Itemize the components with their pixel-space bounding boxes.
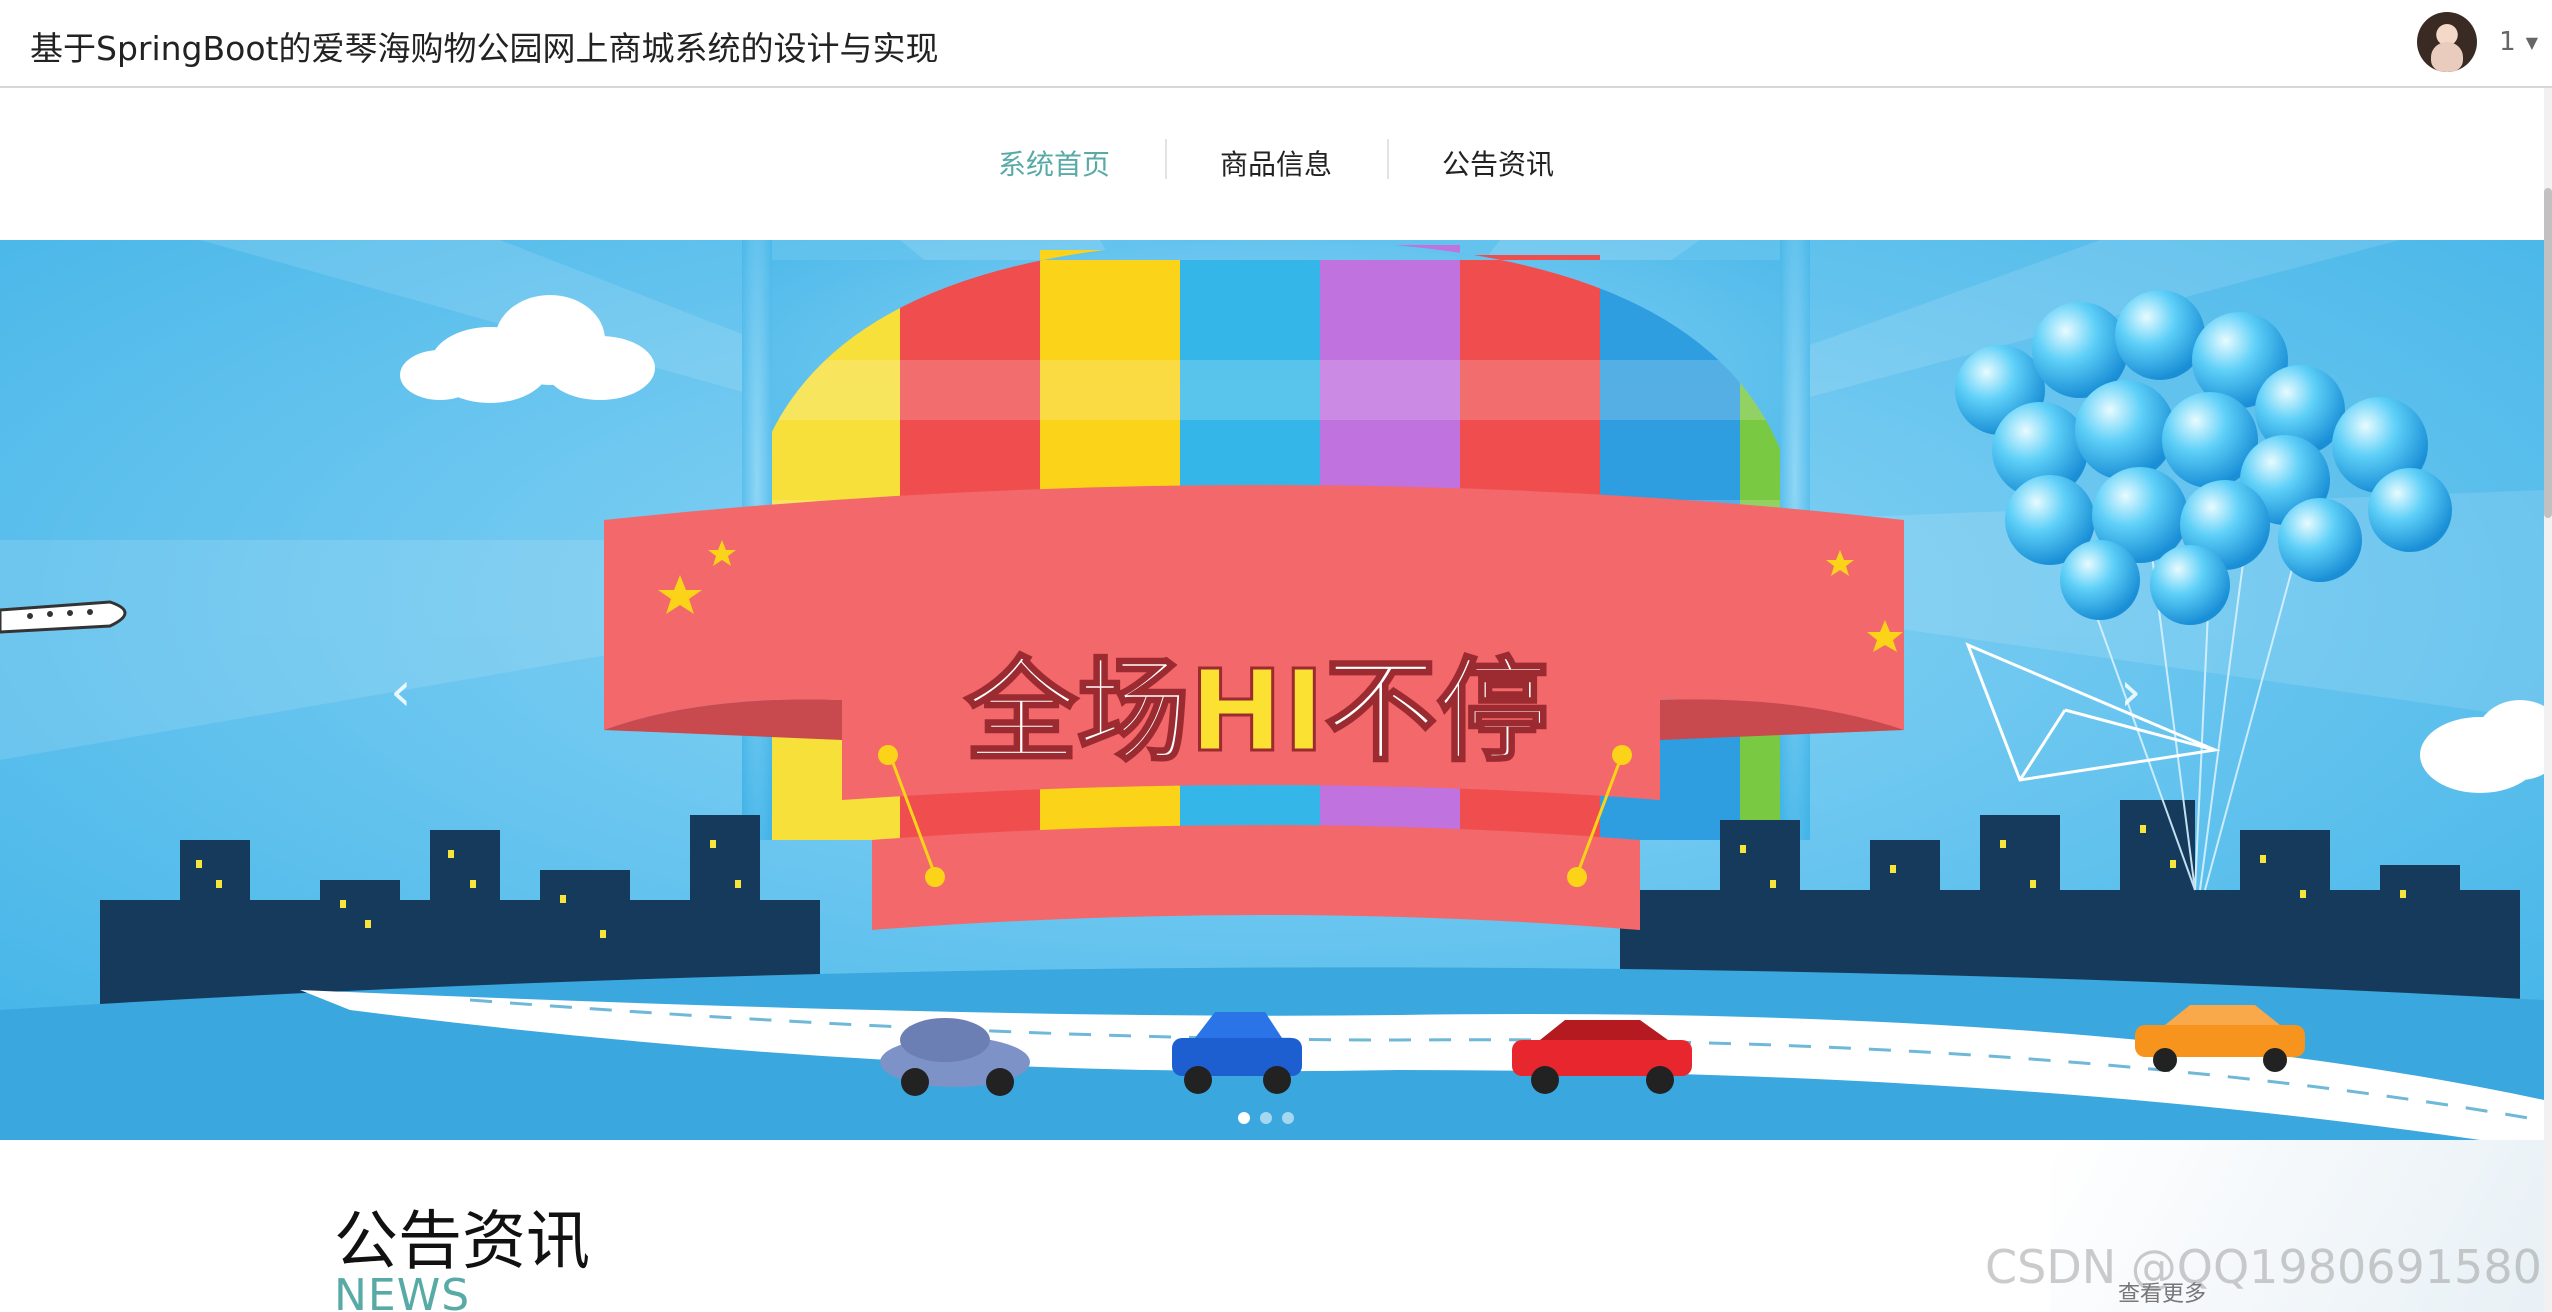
section-title: 公告资讯 [334,1205,590,1279]
top-header: 基于SpringBoot的爱琴海购物公园网上商城系统的设计与实现 1 ▼ [0,0,2552,88]
view-more-link[interactable]: 查看更多 [2118,1276,2206,1308]
watermark: CSDN @QQ1980691580 [1985,1240,2542,1294]
carousel-dot-1[interactable] [1238,1112,1250,1124]
site-title: 基于SpringBoot的爱琴海购物公园网上商城系统的设计与实现 [30,29,939,68]
nav-item-home[interactable]: 系统首页 [943,143,1165,183]
svg-text:全场HI不停: 全场HI不停 [964,647,1548,777]
slogan-part1: 全场 [964,647,1189,777]
nav-item-news[interactable]: 公告资讯 [1387,139,1609,183]
carousel-next-arrow[interactable]: › [2120,660,2142,723]
carousel-prev-arrow[interactable]: ‹ [390,660,412,723]
nav-item-products[interactable]: 商品信息 [1164,139,1387,183]
chevron-down-icon[interactable]: ▼ [2526,33,2538,52]
section-subtitle: NEWS [334,1270,471,1312]
slogan-part2: 不停 [1325,647,1549,777]
app-root: 基于SpringBoot的爱琴海购物公园网上商城系统的设计与实现 1 ▼ 系统首… [0,0,2552,1312]
banner-carousel[interactable]: 全场HI不停 ‹ › [0,240,2544,1140]
main-nav: 系统首页 商品信息 公告资讯 [0,88,2552,238]
carousel-dot-2[interactable] [1260,1112,1272,1124]
user-menu[interactable]: 1 ▼ [2417,10,2538,74]
notice-section: 公告资讯 NEWS CSDN @QQ1980691580 查看更多 [0,1140,2544,1312]
carousel-dot-3[interactable] [1282,1112,1294,1124]
banner-image: 全场HI不停 [0,240,2544,1140]
carousel-dots [1238,1112,1294,1124]
username[interactable]: 1 [2499,27,2516,57]
scrollbar-thumb[interactable] [2544,188,2552,518]
avatar[interactable] [2417,12,2478,72]
slogan-hi: HI [1189,647,1324,777]
page-scrollbar[interactable] [2544,88,2552,1312]
